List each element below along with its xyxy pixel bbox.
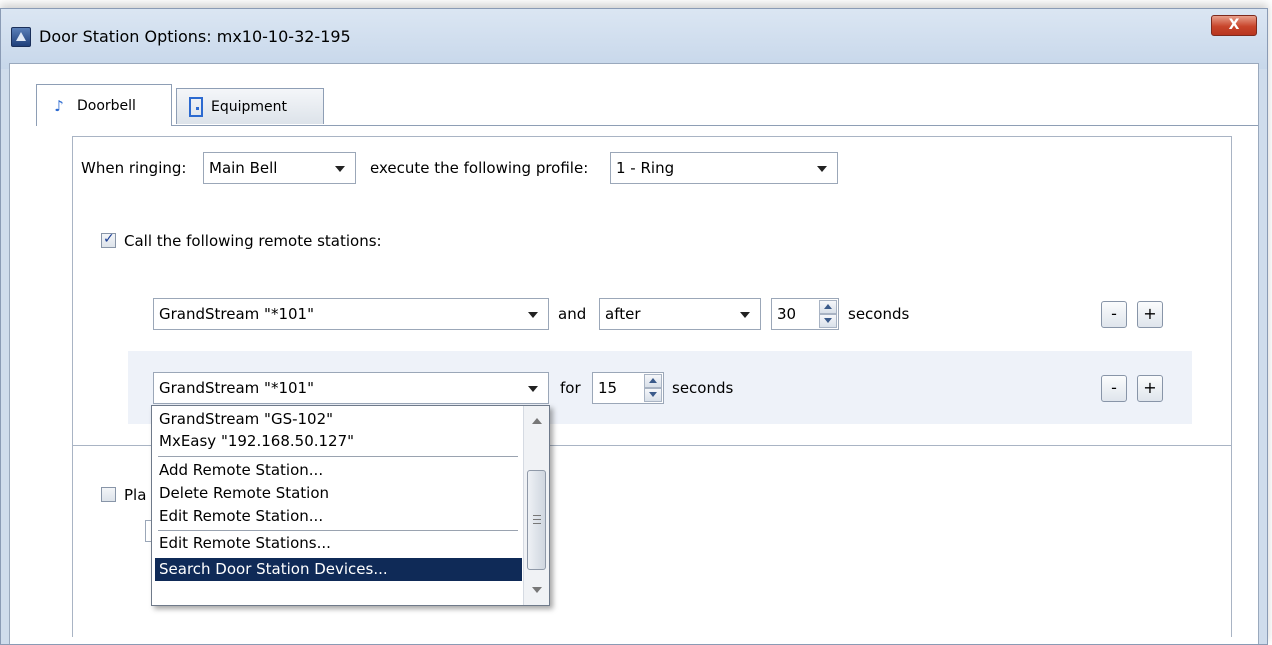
title-bar[interactable]: Door Station Options: mx10-10-32-195 X [1, 9, 1267, 69]
scroll-thumb[interactable] [527, 470, 546, 570]
dropdown-item[interactable]: Add Remote Station... [155, 459, 522, 482]
delay-value: 30 [777, 305, 797, 323]
dropdown-scrollbar[interactable] [523, 406, 549, 605]
seconds-label: seconds [672, 379, 734, 397]
connector-label: for [560, 379, 581, 397]
add-row-button[interactable]: + [1137, 301, 1163, 328]
scroll-up-icon[interactable] [532, 418, 542, 424]
grip-icon [533, 515, 541, 524]
chevron-down-icon [528, 312, 538, 318]
tab-doorbell[interactable]: ♪ Doorbell [36, 84, 172, 126]
station-select[interactable]: GrandStream "*101" [153, 372, 549, 404]
dropdown-separator [158, 530, 518, 531]
timing-select-value: after [605, 305, 641, 323]
scroll-down-icon[interactable] [532, 587, 542, 593]
call-remote-checkbox[interactable] [101, 231, 116, 248]
chevron-down-icon [528, 386, 538, 392]
play-checkbox[interactable] [101, 487, 116, 502]
bell-icon: ♪ [54, 96, 64, 115]
call-remote-label: Call the following remote stations: [124, 232, 382, 250]
window-title: Door Station Options: mx10-10-32-195 [39, 27, 351, 46]
tab-doorbell-label: Doorbell [77, 97, 136, 114]
dropdown-item[interactable]: GrandStream "GS-102" [155, 408, 522, 431]
remove-row-button[interactable]: - [1101, 301, 1127, 328]
play-label: Pla [124, 486, 147, 504]
spin-up-icon[interactable] [644, 374, 662, 388]
station-select-value: GrandStream "*101" [159, 305, 314, 323]
spin-up-icon[interactable] [819, 300, 837, 314]
tab-panel-border [36, 125, 1258, 126]
duration-stepper[interactable]: 15 [592, 372, 664, 404]
station-dropdown-list[interactable]: GrandStream "GS-102" MxEasy "192.168.50.… [151, 405, 550, 606]
seconds-label: seconds [848, 305, 910, 323]
delay-stepper[interactable]: 30 [771, 298, 839, 330]
spin-down-icon[interactable] [644, 388, 662, 402]
dropdown-item-selected[interactable]: Search Door Station Devices... [155, 558, 522, 581]
duration-value: 15 [598, 379, 618, 397]
station-select-value: GrandStream "*101" [159, 379, 314, 397]
door-icon [189, 96, 203, 117]
tab-equipment-label: Equipment [211, 98, 287, 115]
dropdown-item[interactable]: Edit Remote Station... [155, 505, 522, 528]
app-icon [11, 27, 31, 47]
dropdown-item[interactable]: Edit Remote Stations... [155, 532, 522, 555]
dropdown-item[interactable]: Delete Remote Station [155, 482, 522, 505]
remove-row-button[interactable]: - [1101, 375, 1127, 402]
tab-equipment[interactable]: Equipment [176, 88, 324, 124]
station-select[interactable]: GrandStream "*101" [153, 298, 549, 330]
chevron-down-icon [740, 312, 750, 318]
dropdown-item[interactable]: MxEasy "192.168.50.127" [155, 430, 522, 453]
add-row-button[interactable]: + [1137, 375, 1163, 402]
close-button[interactable]: X [1211, 15, 1257, 36]
dropdown-separator [158, 456, 518, 457]
spin-down-icon[interactable] [819, 314, 837, 328]
connector-label: and [558, 305, 587, 323]
timing-select[interactable]: after [599, 298, 761, 330]
